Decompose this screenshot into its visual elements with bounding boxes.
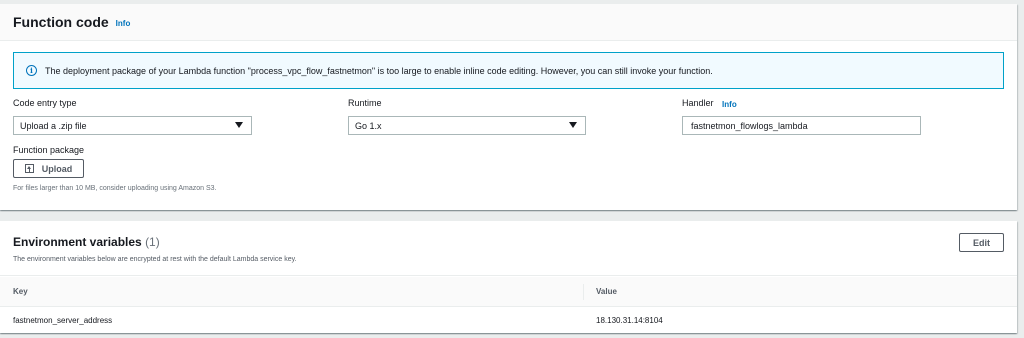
code-entry-type-value: Upload a .zip file [20,120,87,131]
handler-label: Handler Info [682,98,737,109]
function-code-header: Function code Info [0,4,1017,41]
environment-variables-description: The environment variables below are encr… [13,256,297,263]
code-entry-type-select[interactable]: Upload a .zip file [13,116,252,135]
handler-input[interactable]: fastnetmon_flowlogs_lambda [682,116,921,135]
column-header-key: Key [13,287,28,296]
column-header-value: Value [596,287,617,296]
caret-down-icon [235,122,243,128]
env-var-value: 18.130.31.14:8104 [596,316,663,325]
table-header: Key Value [0,277,1017,307]
environment-variables-count: (1) [145,235,160,249]
column-divider [583,284,584,300]
edit-button[interactable]: Edit [959,233,1004,252]
info-circle-icon: i [26,65,37,76]
env-var-key: fastnetmon_server_address [13,316,113,325]
environment-variables-panel: Environment variables (1) The environmen… [0,221,1017,333]
function-code-panel: Function code Info i The deployment pack… [0,4,1017,210]
upload-button-label: Upload [41,163,73,174]
environment-variables-title: Environment variables (1) [13,235,160,249]
function-package-label: Function package [13,145,85,155]
function-code-title: Function code [13,14,109,30]
runtime-select[interactable]: Go 1.x [348,116,586,135]
runtime-label: Runtime [348,98,382,108]
function-code-info-link[interactable]: Info [116,19,131,28]
code-entry-type-label: Code entry type [13,98,77,108]
deployment-package-notice: i The deployment package of your Lambda … [13,52,1004,89]
handler-value: fastnetmon_flowlogs_lambda [691,120,808,131]
upload-button[interactable]: Upload [13,159,84,178]
handler-label-text: Handler [682,98,714,108]
caret-down-icon [569,122,577,128]
environment-variables-header: Environment variables (1) The environmen… [0,221,1017,276]
runtime-value: Go 1.x [355,120,382,131]
environment-variables-title-text: Environment variables [13,235,142,249]
handler-info-link[interactable]: Info [722,100,737,109]
upload-hint: For files larger than 10 MB, consider up… [13,185,217,192]
notice-text: The deployment package of your Lambda fu… [45,65,713,76]
upload-icon [24,164,34,173]
